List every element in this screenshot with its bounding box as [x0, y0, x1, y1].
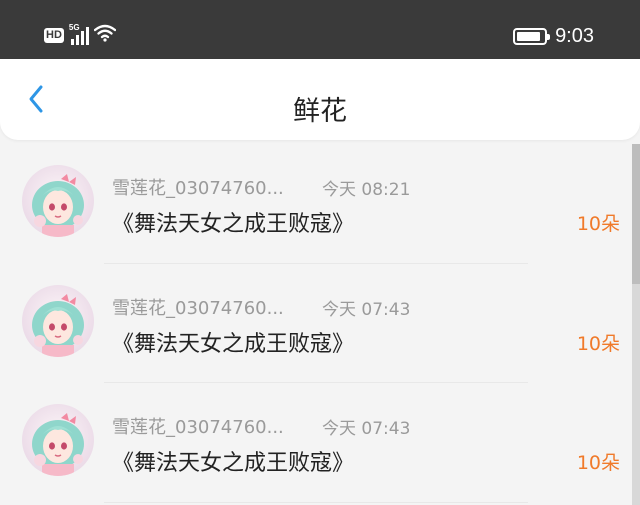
scrollbar-thumb[interactable] [632, 144, 640, 284]
divider [104, 501, 528, 503]
avatar[interactable] [22, 404, 94, 476]
gift-list-item[interactable]: 雪莲花_03074760... 今天 07:43 《舞法天女之成王败寇》 10朵 [0, 383, 632, 503]
signal-icon: 5G [68, 23, 89, 45]
avatar[interactable] [22, 284, 94, 357]
gift-time: 今天 07:43 [322, 299, 411, 320]
flower-count: 10朵 [576, 452, 620, 474]
sender-name: 雪莲花_03074760... [112, 297, 284, 319]
avatar[interactable] [22, 165, 94, 237]
book-title[interactable]: 《舞法天女之成王败寇》 [112, 206, 354, 238]
scrollbar[interactable] [632, 144, 640, 505]
wifi-icon [93, 24, 117, 46]
battery-fill [517, 32, 541, 41]
gift-list: 雪莲花_03074760... 今天 08:21 《舞法天女之成王败寇》 10朵 [0, 144, 632, 503]
status-icons-left: HD 5G [44, 23, 117, 46]
sender-name: 雪莲花_03074760... [112, 417, 284, 438]
flower-count: 10朵 [576, 213, 620, 235]
network-type-label: 5G [68, 23, 80, 32]
flower-count: 10朵 [576, 332, 620, 355]
gift-time: 今天 08:21 [322, 180, 411, 200]
gift-list-item[interactable]: 雪莲花_03074760... 今天 08:21 《舞法天女之成王败寇》 10朵 [0, 144, 632, 264]
status-time: 9:03 [555, 25, 594, 47]
status-bar: HD 5G 9:03 [0, 0, 640, 59]
status-icons-right: 9:03 [513, 25, 594, 48]
battery-icon [513, 28, 551, 45]
nav-header: 鲜花 [0, 59, 640, 140]
gift-list-item[interactable]: 雪莲花_03074760... 今天 07:43 《舞法天女之成王败寇》 10朵 [0, 264, 632, 383]
book-title[interactable]: 《舞法天女之成王败寇》 [112, 445, 354, 477]
sender-name: 雪莲花_03074760... [112, 178, 284, 199]
gift-time: 今天 07:43 [322, 419, 411, 439]
hd-icon: HD [44, 27, 64, 43]
page-title: 鲜花 [293, 96, 347, 127]
book-title[interactable]: 《舞法天女之成王败寇》 [112, 326, 354, 358]
